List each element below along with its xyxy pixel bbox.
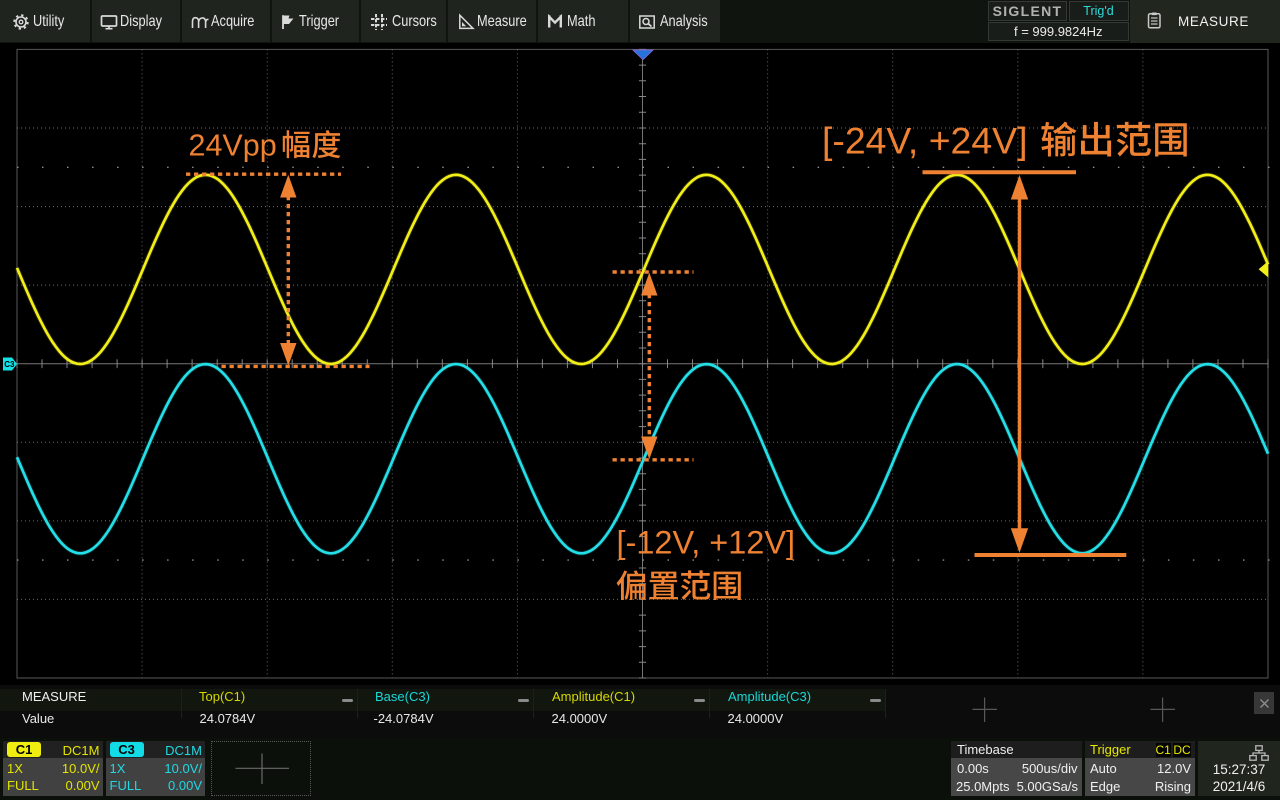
svg-text:[-12V, +12V]: [-12V, +12V]	[617, 524, 796, 560]
svg-text:[-24V, +24V]: [-24V, +24V]	[822, 119, 1027, 161]
svg-text:C3: C3	[4, 360, 15, 369]
svg-text:24Vpp: 24Vpp	[189, 129, 277, 163]
